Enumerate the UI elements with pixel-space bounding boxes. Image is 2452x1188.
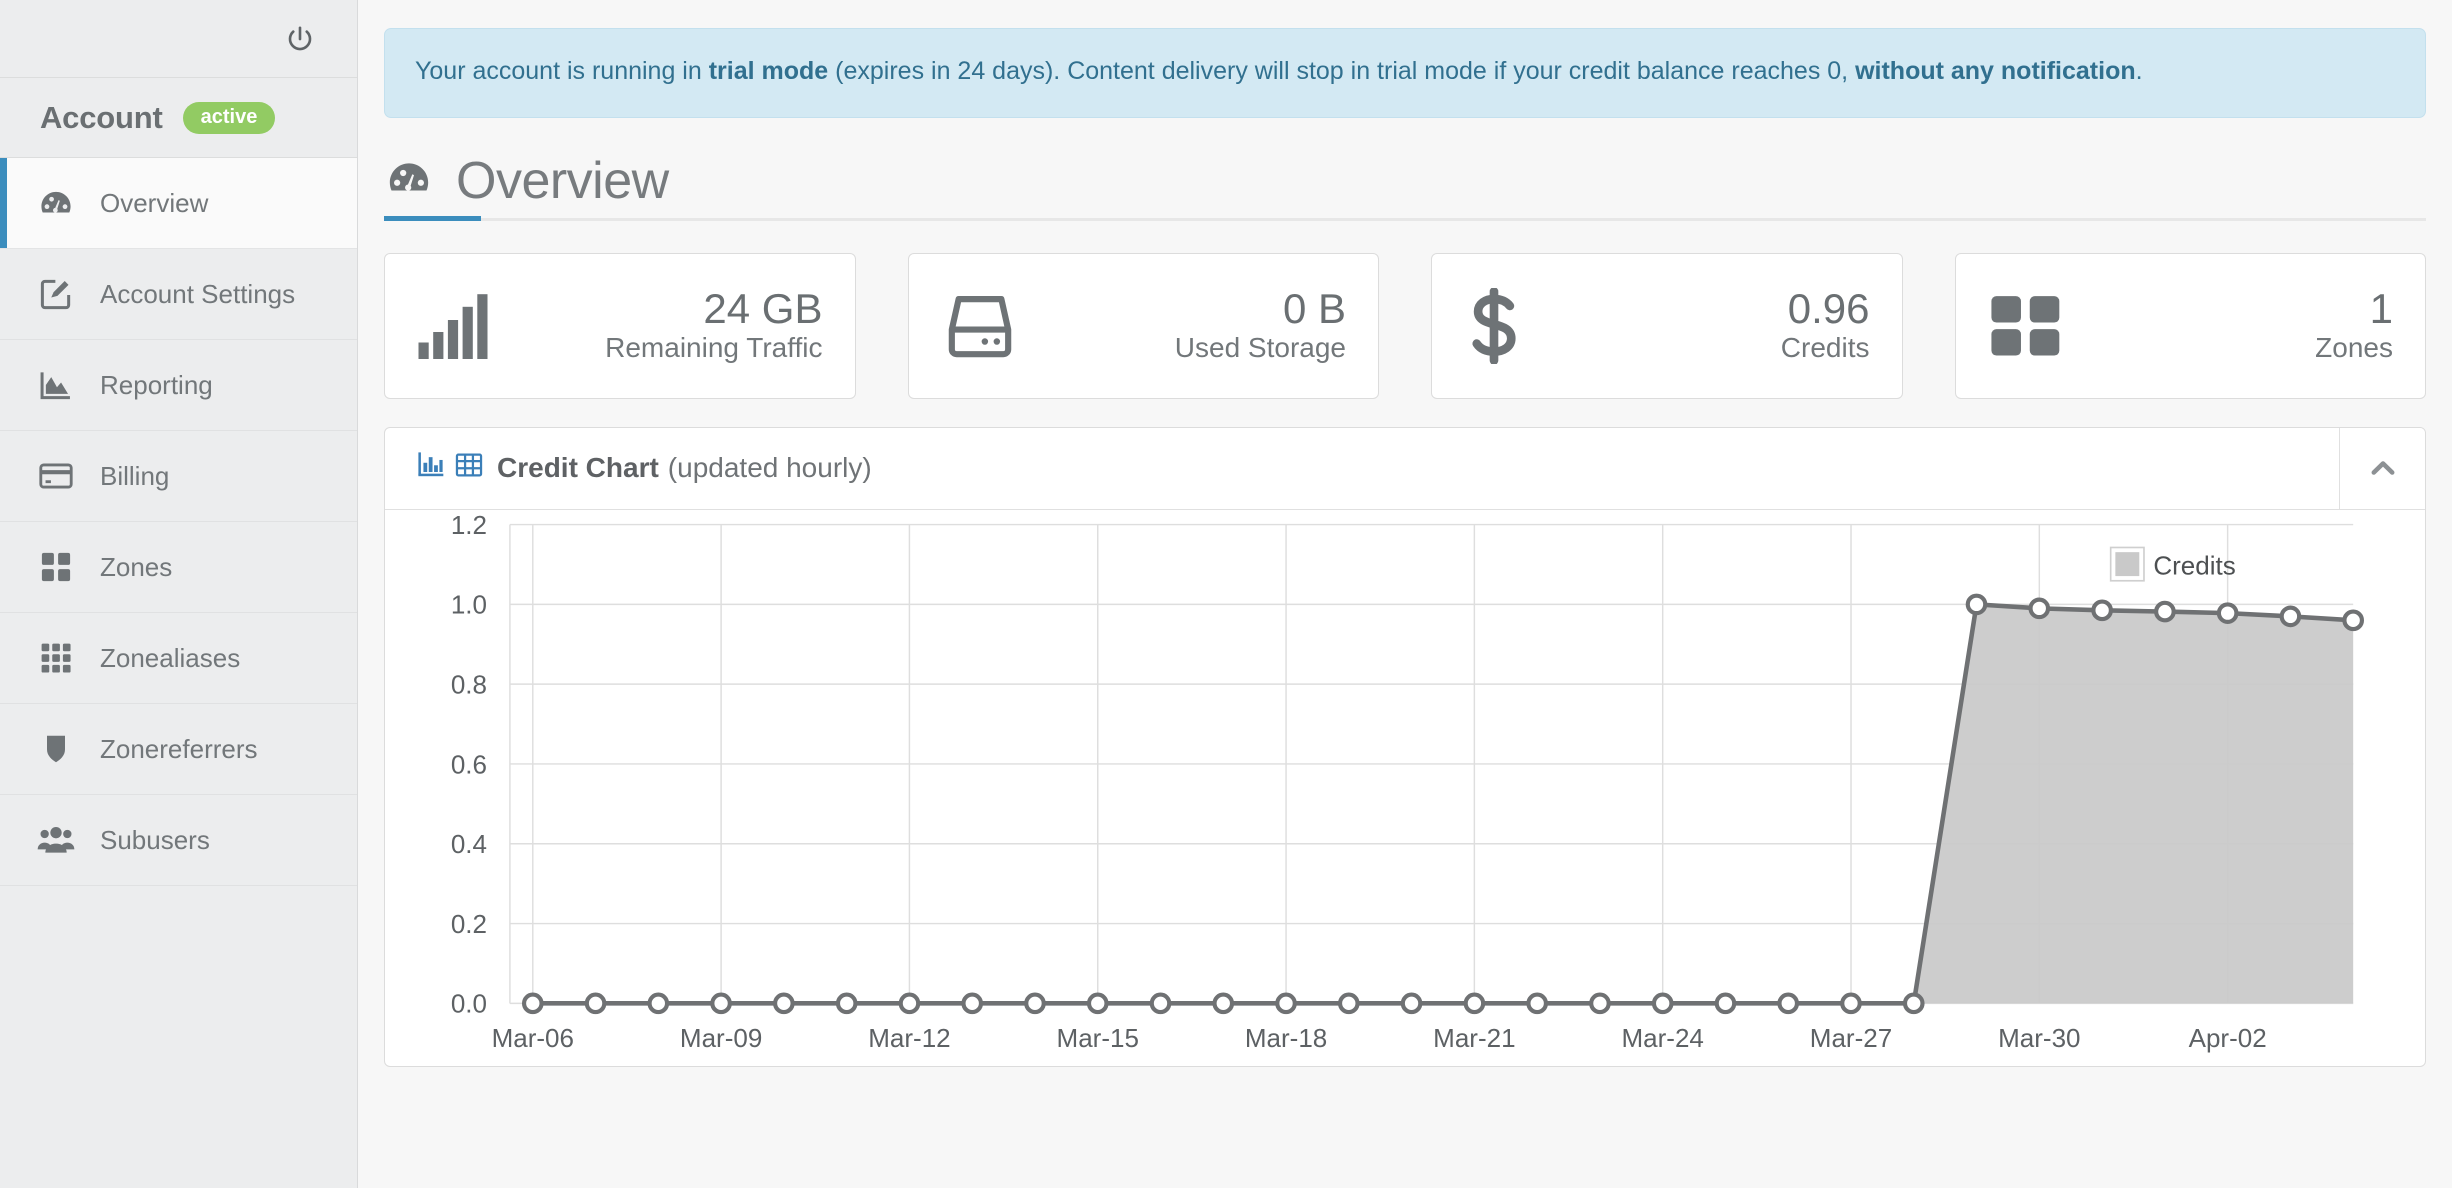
dashboard-icon xyxy=(30,184,82,222)
stat-cards: 24 GB Remaining Traffic 0 B Used Storage xyxy=(384,252,2426,399)
sidebar-item-label: Subusers xyxy=(100,824,210,855)
sidebar-item-account-settings[interactable]: Account Settings xyxy=(0,249,357,340)
bar-chart-icon[interactable] xyxy=(417,451,445,486)
sidebar-toolbar xyxy=(0,0,357,78)
credit-chart-subtitle: (updated hourly) xyxy=(667,452,872,483)
svg-text:Mar-18: Mar-18 xyxy=(1245,1023,1327,1053)
sidebar-item-zonealiases[interactable]: Zonealiases xyxy=(0,613,357,704)
signal-bars-icon xyxy=(417,293,495,359)
svg-text:Mar-12: Mar-12 xyxy=(868,1023,950,1053)
sidebar-item-label: Zones xyxy=(100,551,173,582)
sidebar: Account active Overview Account Settings… xyxy=(0,0,358,1188)
banner-text-part1: Your account is running in xyxy=(415,57,709,85)
app-root: Account active Overview Account Settings… xyxy=(0,0,2452,1188)
stat-label: Credits xyxy=(1780,331,1870,363)
sidebar-item-label: Zonereferrers xyxy=(100,733,258,764)
chart-legend: Credits xyxy=(2109,546,2236,582)
table-icon[interactable] xyxy=(455,451,483,486)
stat-card-zones: 1 Zones xyxy=(1954,252,2426,399)
power-icon[interactable] xyxy=(285,24,315,54)
credit-chart-title-row: Credit Chart (updated hourly) xyxy=(385,451,2339,486)
grid-3x3-icon xyxy=(30,640,82,676)
main-content: Your account is running in trial mode (e… xyxy=(358,0,2452,1188)
svg-text:0.4: 0.4 xyxy=(451,829,487,859)
sidebar-item-zonereferrers[interactable]: Zonereferrers xyxy=(0,704,357,795)
svg-text:Mar-21: Mar-21 xyxy=(1433,1023,1515,1053)
page-title-underline xyxy=(384,215,481,221)
svg-text:Mar-27: Mar-27 xyxy=(1810,1023,1892,1053)
svg-text:Mar-06: Mar-06 xyxy=(492,1023,574,1053)
page-title: Overview xyxy=(456,151,669,210)
svg-text:1.2: 1.2 xyxy=(451,510,487,540)
shield-icon xyxy=(30,731,82,767)
banner-bold-no-notification: without any notification xyxy=(1855,57,2136,85)
stat-value: 0 B xyxy=(1282,284,1346,332)
sidebar-item-billing[interactable]: Billing xyxy=(0,431,357,522)
svg-text:Mar-30: Mar-30 xyxy=(1998,1023,2080,1053)
sidebar-filler xyxy=(0,886,357,1188)
svg-text:Mar-24: Mar-24 xyxy=(1621,1023,1703,1053)
sidebar-item-label: Account Settings xyxy=(100,278,296,309)
stat-value: 1 xyxy=(2369,284,2393,332)
hamburger-icon[interactable] xyxy=(40,32,74,46)
stat-card-remaining-traffic: 24 GB Remaining Traffic xyxy=(384,252,856,399)
stat-label: Used Storage xyxy=(1174,331,1346,363)
chart-x-axis-labels: Mar-06 Mar-09 Mar-12 Mar-15 Mar-18 Mar-21 Mar-… xyxy=(492,1023,2267,1053)
sidebar-item-label: Billing xyxy=(100,460,170,491)
chevron-up-icon[interactable] xyxy=(2339,427,2425,509)
svg-text:Mar-15: Mar-15 xyxy=(1057,1023,1139,1053)
chart-series-area xyxy=(532,603,2354,1003)
page-header: Overview xyxy=(384,151,2426,221)
chart-y-axis-labels: 0.0 0.2 0.4 0.6 0.8 1.0 1.2 xyxy=(451,510,487,1019)
banner-text-part2: (expires in 24 days). Content delivery w… xyxy=(828,57,1856,85)
area-chart-icon xyxy=(30,366,82,404)
account-title: Account xyxy=(40,99,163,135)
stat-card-credits: 0.96 Credits xyxy=(1431,252,1903,399)
sidebar-item-label: Overview xyxy=(100,187,209,218)
svg-text:Apr-02: Apr-02 xyxy=(2189,1023,2267,1053)
status-badge: active xyxy=(182,101,276,134)
sidebar-item-label: Reporting xyxy=(100,369,213,400)
sidebar-item-reporting[interactable]: Reporting xyxy=(0,340,357,431)
banner-text-part3: . xyxy=(2135,57,2143,85)
svg-text:Credits: Credits xyxy=(2153,550,2235,580)
stat-label: Zones xyxy=(2315,331,2393,363)
trial-mode-banner: Your account is running in trial mode (e… xyxy=(384,28,2426,118)
account-header: Account active xyxy=(0,78,357,158)
credit-chart-svg: 0.0 0.2 0.4 0.6 0.8 1.0 1.2 Mar-06 Mar-09 Mar-12… xyxy=(451,510,2365,1053)
svg-text:1.0: 1.0 xyxy=(451,589,487,619)
edit-square-icon xyxy=(30,275,82,313)
sidebar-item-label: Zonealiases xyxy=(100,642,241,673)
credit-card-icon xyxy=(30,457,82,495)
stat-value: 24 GB xyxy=(703,284,823,332)
credit-chart-title: Credit Chart xyxy=(497,452,659,483)
sidebar-item-subusers[interactable]: Subusers xyxy=(0,795,357,886)
stat-label: Remaining Traffic xyxy=(605,331,823,363)
dollar-sign-icon xyxy=(1464,287,1524,364)
stat-value: 0.96 xyxy=(1787,284,1870,332)
svg-text:0.2: 0.2 xyxy=(451,908,487,938)
banner-bold-trial-mode: trial mode xyxy=(708,57,829,85)
dashboard-icon xyxy=(384,153,434,208)
grid-2x2-icon xyxy=(30,549,82,585)
hard-drive-icon xyxy=(941,292,1019,360)
grid-2x2-icon xyxy=(1988,293,2064,359)
sidebar-item-zones[interactable]: Zones xyxy=(0,522,357,613)
stat-card-used-storage: 0 B Used Storage xyxy=(907,252,1379,399)
credit-chart-header: Credit Chart (updated hourly) xyxy=(385,427,2425,510)
svg-text:0.0: 0.0 xyxy=(451,988,487,1018)
svg-text:Mar-09: Mar-09 xyxy=(680,1023,762,1053)
credit-chart-body: 0.0 0.2 0.4 0.6 0.8 1.0 1.2 Mar-06 Mar-09 Mar-12… xyxy=(385,510,2425,1066)
sidebar-nav: Overview Account Settings Reporting Bill… xyxy=(0,158,357,1188)
svg-text:0.8: 0.8 xyxy=(451,669,487,699)
svg-text:0.6: 0.6 xyxy=(451,749,487,779)
credit-chart-panel: Credit Chart (updated hourly) 0.0 0.2 0.4 0… xyxy=(384,426,2426,1067)
sidebar-item-overview[interactable]: Overview xyxy=(0,158,357,249)
users-icon xyxy=(30,820,82,860)
